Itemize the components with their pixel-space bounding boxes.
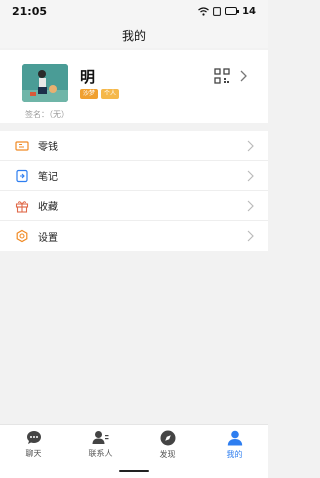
note-icon — [16, 169, 28, 183]
tab-chat[interactable]: 聊天 — [0, 425, 67, 464]
avatar[interactable] — [22, 64, 68, 102]
profile-card[interactable]: 明 沙梦 个人 签名：（无） — [0, 50, 268, 123]
menu-item-settings[interactable]: 设置 — [0, 221, 268, 251]
home-indicator[interactable] — [119, 470, 149, 472]
profile-name: 明 — [80, 68, 96, 86]
status-icons: 14 — [198, 6, 256, 17]
menu-item-favorites[interactable]: 收藏 — [0, 191, 268, 221]
avatar-illustration — [22, 64, 68, 102]
compass-icon — [160, 430, 175, 445]
tab-me[interactable]: 我的 — [201, 425, 268, 464]
qr-code-icon[interactable] — [214, 68, 230, 84]
badge: 个人 — [101, 89, 120, 99]
wifi-icon — [198, 6, 209, 16]
page-title: 我的 — [121, 28, 146, 43]
page-header: 我的 — [0, 22, 268, 48]
tab-label: 联系人 — [88, 449, 113, 458]
battery-indicator: 14 — [225, 6, 256, 17]
contacts-icon — [92, 431, 109, 444]
menu-item-label: 设置 — [38, 232, 58, 244]
profile-signature: 签名：（无） — [25, 110, 69, 119]
chat-icon — [26, 431, 41, 444]
battery-level: 14 — [242, 5, 256, 17]
chevron-right-icon — [247, 170, 254, 182]
status-bar: 21:05 14 — [0, 0, 268, 22]
tab-label: 聊天 — [25, 449, 42, 458]
tab-label: 我的 — [226, 449, 243, 459]
chevron-right-icon — [247, 140, 254, 152]
chevron-right-icon — [247, 200, 254, 212]
tab-contacts[interactable]: 联系人 — [67, 425, 134, 464]
sim-icon — [213, 6, 221, 16]
gift-icon — [15, 201, 29, 213]
tab-label: 发现 — [159, 449, 176, 459]
chevron-right-icon[interactable] — [240, 70, 247, 82]
chevron-right-icon — [247, 230, 254, 242]
menu-item-wallet[interactable]: 零钱 — [0, 131, 268, 161]
menu-item-label: 笔记 — [38, 172, 58, 183]
settings-menu: 零钱 笔记 收藏 设置 — [0, 131, 268, 251]
wallet-icon — [15, 141, 29, 151]
menu-item-label: 收藏 — [38, 202, 58, 213]
person-icon — [227, 430, 242, 445]
battery-icon — [225, 7, 240, 15]
gear-icon — [16, 229, 28, 243]
menu-item-label: 零钱 — [38, 142, 58, 153]
tab-discover[interactable]: 发现 — [134, 425, 201, 464]
status-time: 21:05 — [12, 4, 48, 18]
profile-badges: 沙梦 个人 — [80, 89, 120, 99]
menu-item-notes[interactable]: 笔记 — [0, 161, 268, 191]
badge: 沙梦 — [80, 89, 99, 99]
bottom-tab-bar: 聊天 联系人 发现 我的 — [0, 424, 268, 464]
